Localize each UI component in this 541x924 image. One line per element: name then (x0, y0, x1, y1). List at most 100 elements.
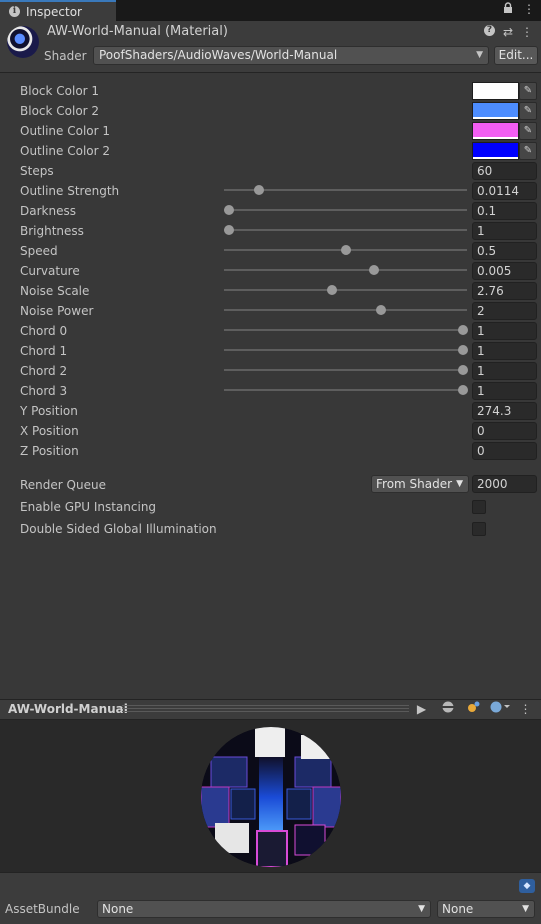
eyedropper-icon[interactable]: ✎ (519, 102, 537, 120)
slider-value-field[interactable]: 1 (472, 222, 537, 240)
color-property-label: Outline Color 2 (20, 144, 111, 158)
slider-value-field[interactable]: 0.5 (472, 242, 537, 260)
slider-value-field[interactable]: 0.1 (472, 202, 537, 220)
gpu-instancing-label: Enable GPU Instancing (20, 500, 157, 514)
slider-property-label: Speed (20, 244, 58, 258)
color-property-label: Block Color 1 (20, 84, 100, 98)
background-sphere-icon[interactable] (490, 701, 510, 718)
double-sided-gi-label: Double Sided Global Illumination (20, 522, 217, 536)
eyedropper-icon[interactable]: ✎ (519, 82, 537, 100)
edit-shader-button[interactable]: Edit... (494, 46, 538, 65)
color-swatch[interactable] (472, 82, 519, 100)
material-thumbnail (7, 26, 39, 58)
shader-label: Shader (44, 49, 87, 63)
slider-property-label: Noise Scale (20, 284, 90, 298)
slider-handle[interactable] (224, 205, 234, 215)
position-value-field[interactable]: 274.3 (472, 402, 537, 420)
eyedropper-icon[interactable]: ✎ (519, 122, 537, 140)
preview-icons: ▶ ⋮ (412, 701, 535, 718)
dropdown-arrow-icon: ▼ (418, 904, 425, 914)
double-sided-gi-checkbox[interactable] (472, 522, 486, 536)
kebab-menu-icon[interactable]: ⋮ (516, 701, 535, 718)
dropdown-arrow-icon: ▼ (456, 479, 463, 489)
slider-property-label: Curvature (20, 264, 80, 278)
gpu-instancing-checkbox[interactable] (472, 500, 486, 514)
slider-track[interactable] (224, 349, 467, 351)
asset-bundle-variant: None (442, 902, 474, 916)
slider-track[interactable] (224, 229, 467, 231)
steps-field[interactable]: 60 (472, 162, 537, 180)
position-label: Y Position (20, 404, 78, 418)
asset-bundle-name-dropdown[interactable]: None ▼ (97, 900, 431, 918)
steps-label: Steps (20, 164, 54, 178)
slider-handle[interactable] (376, 305, 386, 315)
slider-handle[interactable] (369, 265, 379, 275)
slider-track[interactable] (224, 309, 467, 311)
slider-property-label: Brightness (20, 224, 84, 238)
slider-property-label: Chord 1 (20, 344, 68, 358)
preview-title: AW-World-Manual (8, 702, 128, 716)
alpha-bar (473, 157, 518, 159)
slider-property-label: Chord 3 (20, 384, 68, 398)
material-preview-sphere[interactable] (201, 727, 341, 867)
slider-property-label: Outline Strength (20, 184, 120, 198)
tab-inspector[interactable]: i Inspector (0, 0, 116, 21)
dropdown-arrow-icon: ▼ (476, 50, 483, 60)
slider-property-label: Darkness (20, 204, 76, 218)
asset-bundle-variant-dropdown[interactable]: None ▼ (437, 900, 535, 918)
color-swatch[interactable] (472, 102, 519, 120)
help-icon[interactable]: ? (483, 25, 495, 36)
info-icon: i (9, 6, 20, 17)
play-icon[interactable]: ▶ (412, 701, 431, 718)
header-icons: ? ⇄ ⋮ (483, 25, 533, 39)
alpha-bar (473, 97, 518, 99)
slider-handle[interactable] (327, 285, 337, 295)
slider-track[interactable] (224, 269, 467, 271)
lock-icon[interactable] (503, 2, 513, 17)
slider-handle[interactable] (458, 325, 468, 335)
slider-value-field[interactable]: 1 (472, 322, 537, 340)
alpha-bar (473, 117, 518, 119)
slider-track[interactable] (224, 289, 467, 291)
position-value-field[interactable]: 0 (472, 422, 537, 440)
slider-value-field[interactable]: 0.005 (472, 262, 537, 280)
slider-property-label: Chord 2 (20, 364, 68, 378)
alpha-bar (473, 137, 518, 139)
slider-value-field[interactable]: 2.76 (472, 282, 537, 300)
color-swatch[interactable] (472, 122, 519, 140)
eyedropper-icon[interactable]: ✎ (519, 142, 537, 160)
lights-icon[interactable] (464, 701, 483, 718)
slider-handle[interactable] (254, 185, 264, 195)
kebab-menu-icon[interactable]: ⋮ (523, 2, 535, 17)
slider-value-field[interactable]: 2 (472, 302, 537, 320)
slider-handle[interactable] (341, 245, 351, 255)
color-property-label: Outline Color 1 (20, 124, 111, 138)
slider-track[interactable] (224, 329, 467, 331)
slider-handle[interactable] (458, 385, 468, 395)
slider-value-field[interactable]: 0.0114 (472, 182, 537, 200)
slider-value-field[interactable]: 1 (472, 362, 537, 380)
shader-dropdown[interactable]: PoofShaders/AudioWaves/World-Manual ▼ (93, 46, 489, 65)
preset-icon[interactable]: ⇄ (503, 25, 513, 39)
slider-value-field[interactable]: 1 (472, 382, 537, 400)
slider-track[interactable] (224, 369, 467, 371)
color-swatch[interactable] (472, 142, 519, 160)
slider-handle[interactable] (458, 345, 468, 355)
resize-grip[interactable] (122, 705, 409, 713)
render-queue-field[interactable]: 2000 (472, 475, 537, 493)
kebab-menu-icon[interactable]: ⋮ (521, 25, 533, 39)
slider-value-field[interactable]: 1 (472, 342, 537, 360)
slider-property-label: Chord 0 (20, 324, 68, 338)
sphere-mesh-icon[interactable] (438, 701, 457, 718)
render-queue-dropdown[interactable]: From Shader ▼ (371, 475, 469, 493)
tag-icon[interactable]: ◆ (519, 879, 535, 893)
slider-track[interactable] (224, 389, 467, 391)
slider-property-label: Noise Power (20, 304, 94, 318)
slider-handle[interactable] (458, 365, 468, 375)
position-value-field[interactable]: 0 (472, 442, 537, 460)
asset-bundle-name: None (102, 902, 134, 916)
slider-handle[interactable] (224, 225, 234, 235)
slider-track[interactable] (224, 209, 467, 211)
color-property-label: Block Color 2 (20, 104, 100, 118)
position-label: Z Position (20, 444, 79, 458)
